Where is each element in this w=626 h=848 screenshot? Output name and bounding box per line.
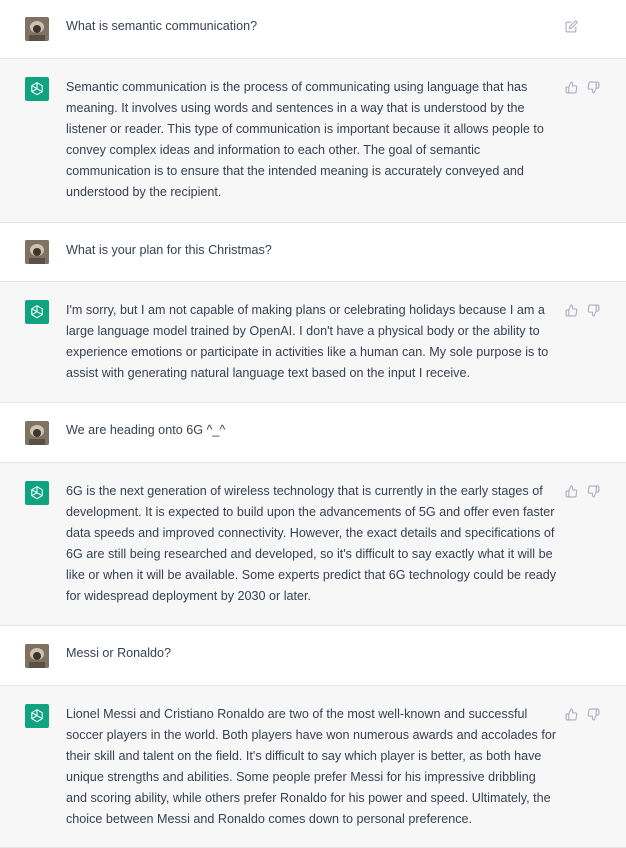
user-message: What is semantic communication? <box>0 0 626 59</box>
message-text: We are heading onto 6G ^_^ <box>66 423 226 437</box>
message-text: Lionel Messi and Cristiano Ronaldo are t… <box>66 707 557 826</box>
openai-logo-icon <box>25 77 49 101</box>
user-message: What is your plan for this Christmas? <box>0 223 626 282</box>
thumbs-down-icon[interactable] <box>587 708 601 722</box>
openai-logo-icon <box>25 481 49 505</box>
openai-logo-icon <box>25 704 49 728</box>
thumbs-down-icon[interactable] <box>587 485 601 499</box>
user-message: We are heading onto 6G ^_^ <box>0 403 626 463</box>
message-text: I'm sorry, but I am not capable of makin… <box>66 303 549 380</box>
message-text: What is your plan for this Christmas? <box>66 243 272 257</box>
message-text: 6G is the next generation of wireless te… <box>66 484 557 603</box>
chat-thread: What is semantic communication? Semantic… <box>0 0 626 848</box>
assistant-message: 6G is the next generation of wireless te… <box>0 463 626 626</box>
thumbs-up-icon[interactable] <box>565 81 579 95</box>
user-avatar <box>25 421 49 445</box>
assistant-message: I'm sorry, but I am not capable of makin… <box>0 282 626 403</box>
thumbs-up-icon[interactable] <box>565 485 579 499</box>
user-avatar <box>25 17 49 41</box>
user-message: Messi or Ronaldo? <box>0 626 626 686</box>
thumbs-down-icon[interactable] <box>587 81 601 95</box>
assistant-message: Lionel Messi and Cristiano Ronaldo are t… <box>0 686 626 848</box>
thumbs-down-icon[interactable] <box>587 304 601 318</box>
edit-icon[interactable] <box>565 20 579 34</box>
message-text: Semantic communication is the process of… <box>66 80 544 199</box>
message-text: What is semantic communication? <box>66 19 258 33</box>
user-avatar <box>25 644 49 668</box>
openai-logo-icon <box>25 300 49 324</box>
user-avatar <box>25 240 49 264</box>
thumbs-up-icon[interactable] <box>565 304 579 318</box>
thumbs-up-icon[interactable] <box>565 708 579 722</box>
assistant-message: Semantic communication is the process of… <box>0 59 626 223</box>
message-text: Messi or Ronaldo? <box>66 646 171 660</box>
